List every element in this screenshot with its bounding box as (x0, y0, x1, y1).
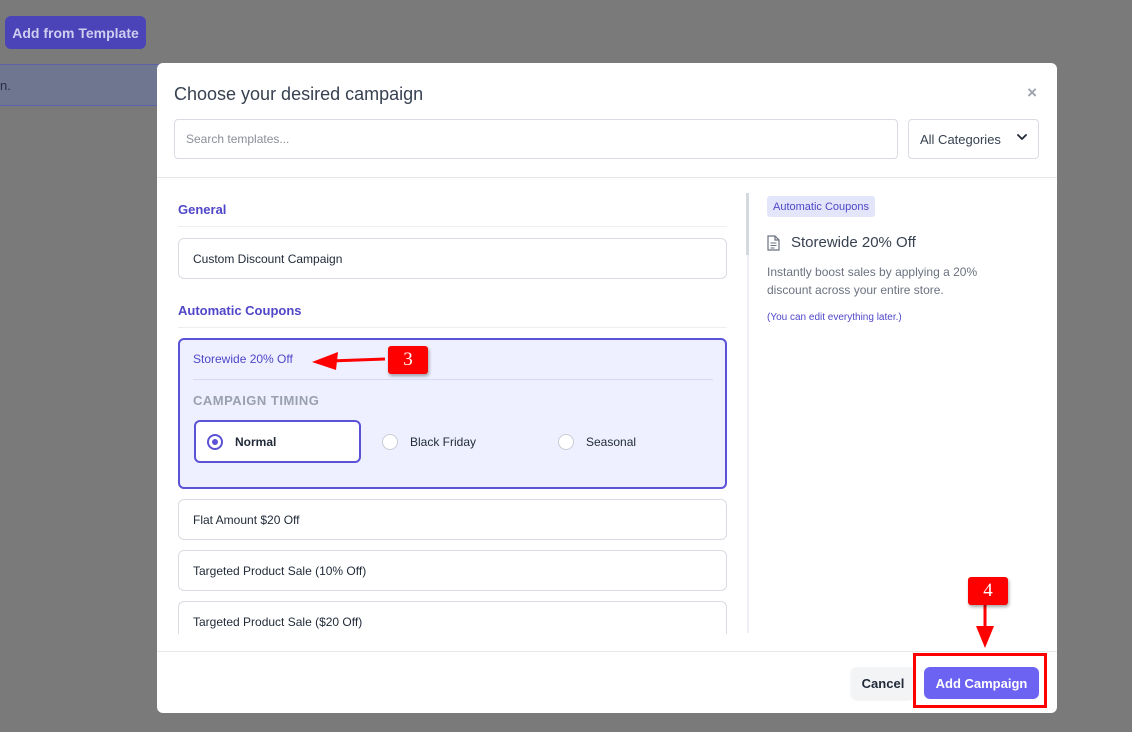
timing-option-seasonal[interactable]: Seasonal (550, 420, 710, 463)
timing-option-label: Seasonal (586, 434, 637, 449)
document-icon (767, 235, 780, 251)
annotation-step-4: 4 (968, 577, 1008, 605)
timing-option-normal[interactable]: Normal (194, 420, 361, 463)
template-card-custom-discount[interactable]: Custom Discount Campaign (178, 238, 727, 279)
section-divider (178, 327, 727, 328)
radio-selected-icon (207, 433, 223, 450)
template-list: General Custom Discount Campaign Automat… (157, 178, 742, 634)
preview-title: Storewide 20% Off (791, 234, 916, 251)
chevron-down-icon (1017, 134, 1027, 140)
close-icon[interactable]: × (1027, 83, 1037, 103)
add-from-template-button: Add from Template (5, 16, 146, 49)
category-select[interactable]: All Categories (908, 119, 1039, 159)
selected-template-name: Storewide 20% Off (193, 352, 293, 366)
timing-option-label: Black Friday (410, 434, 477, 449)
template-card-targeted-10[interactable]: Targeted Product Sale (10% Off) (178, 550, 727, 591)
modal-title: Choose your desired campaign (174, 84, 424, 104)
radio-icon (382, 433, 398, 450)
annotation-step-3: 3 (388, 346, 428, 374)
search-input[interactable] (174, 119, 898, 159)
preview-panel: Automatic Coupons Storewide 20% Off Inst… (747, 193, 1047, 633)
template-card-flat-amount[interactable]: Flat Amount $20 Off (178, 499, 727, 540)
section-title-automatic-coupons: Automatic Coupons (178, 303, 302, 318)
timing-option-black-friday[interactable]: Black Friday (374, 420, 534, 463)
preview-description: Instantly boost sales by applying a 20% … (767, 265, 978, 297)
section-divider (178, 226, 727, 227)
section-title-general: General (178, 202, 227, 217)
background-notice-strip: n. (0, 64, 160, 106)
footer-divider (157, 651, 1057, 652)
cancel-button[interactable]: Cancel (851, 667, 915, 699)
category-badge: Automatic Coupons (767, 196, 875, 217)
timing-option-label: Normal (235, 434, 277, 449)
campaign-modal: Choose your desired campaign × All Categ… (157, 63, 1057, 713)
template-card-targeted-20[interactable]: Targeted Product Sale ($20 Off) (178, 601, 727, 634)
annotation-highlight-box (913, 653, 1047, 708)
radio-icon (558, 433, 574, 450)
category-select-value: All Categories (920, 131, 1001, 147)
card-divider (193, 379, 713, 380)
campaign-timing-label: CAMPAIGN TIMING (193, 393, 320, 408)
preview-note: (You can edit everything later.) (767, 312, 902, 323)
template-card-storewide-selected[interactable]: Storewide 20% Off CAMPAIGN TIMING Normal… (178, 338, 727, 489)
